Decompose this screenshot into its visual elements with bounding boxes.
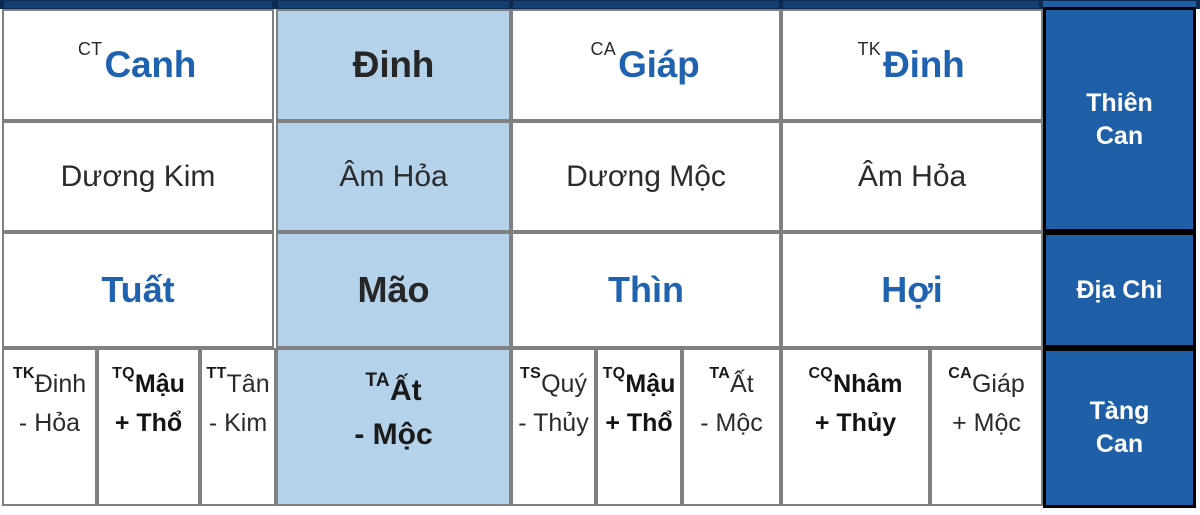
hidden-stem-stem-col3-2: Mậu <box>625 370 676 398</box>
hidden-stem-name-col2-1: TAẤt <box>365 371 422 407</box>
stem-name-col2: Đinh <box>352 44 435 85</box>
hidden-stem-cell-col4-1[interactable]: CQNhâm + Thủy <box>781 348 930 506</box>
hidden-stem-name-col1-2: TQMậu <box>112 365 185 398</box>
stem-sup-col4: TK <box>857 38 882 59</box>
hidden-stem-element-col4-1: + Thủy <box>814 409 897 437</box>
row-label-tang-can-line2: Can <box>1095 430 1144 458</box>
branch-label-col4: Hợi <box>881 269 943 310</box>
element-label-col1: Dương Kim <box>60 159 216 193</box>
row-label-thien-can-line1: Thiên <box>1086 88 1153 117</box>
hidden-stem-sup-col3-3: TA <box>709 364 731 382</box>
branch-label-col3: Thìn <box>608 269 684 310</box>
hidden-stem-sup-col3-2: TQ <box>602 364 626 382</box>
hidden-stem-cell-col3-2[interactable]: TQMậu + Thổ <box>596 348 682 506</box>
stem-name-col4: Đinh <box>883 44 965 85</box>
bazi-pillars-table: CTCanh Đinh CAGiáp TKĐinh Dương Kim Âm H… <box>0 0 1200 515</box>
stem-label-col1: CTCanh <box>78 39 197 86</box>
branch-cell-col2[interactable]: Mão <box>276 232 511 348</box>
hidden-stem-element-col3-2: + Thổ <box>605 409 673 437</box>
row-label-thien-can: Thiên Can <box>1043 7 1196 232</box>
hidden-stem-stem-col3-1: Quý <box>541 370 587 398</box>
hidden-stem-cell-col1-3[interactable]: TTTân - Kim <box>200 348 276 506</box>
hidden-stem-element-col4-2: + Mộc <box>952 409 1021 437</box>
stem-sup-col1: CT <box>77 38 103 59</box>
element-cell-col3[interactable]: Dương Mộc <box>511 121 781 232</box>
hidden-stem-cell-col1-2[interactable]: TQMậu + Thổ <box>97 348 200 506</box>
hidden-stem-cell-col1-1[interactable]: TKĐinh - Hỏa <box>2 348 97 506</box>
hidden-stem-stem-col4-1: Nhâm <box>833 370 903 398</box>
stem-label-col2: Đinh <box>352 44 435 86</box>
hidden-stem-stem-col2-1: Ất <box>389 374 422 407</box>
top-strip-segment-3 <box>513 1 779 8</box>
hidden-stem-sup-col1-2: TQ <box>112 364 135 382</box>
element-label-col3: Dương Mộc <box>566 159 726 193</box>
hidden-stem-sup-col4-1: CQ <box>808 364 834 382</box>
hidden-stem-element-col1-3: - Kim <box>208 409 268 437</box>
hidden-stem-name-col1-3: TTTân <box>206 365 270 398</box>
hidden-stem-stem-col1-2: Mậu <box>134 370 185 398</box>
element-label-col2: Âm Hỏa <box>339 159 448 193</box>
hidden-stem-name-col4-2: CAGiáp <box>948 365 1025 398</box>
hidden-stem-cell-col3-3[interactable]: TAẤt - Mộc <box>682 348 781 506</box>
element-cell-col4[interactable]: Âm Hỏa <box>781 121 1043 232</box>
row-label-dia-chi-text: Địa Chi <box>1076 275 1163 304</box>
stem-cell-col1[interactable]: CTCanh <box>2 9 274 121</box>
row-label-dia-chi: Địa Chi <box>1043 232 1196 348</box>
hidden-stem-cell-col4-2[interactable]: CAGiáp + Mộc <box>930 348 1043 506</box>
branch-cell-col4[interactable]: Hợi <box>781 232 1043 348</box>
hidden-stem-stem-col1-3: Tân <box>226 370 270 398</box>
stem-cell-col2[interactable]: Đinh <box>276 9 511 121</box>
hidden-stem-name-col4-1: CQNhâm <box>808 365 903 398</box>
row-label-thien-can-line2: Can <box>1095 121 1144 150</box>
hidden-stem-sup-col4-2: CA <box>948 364 972 382</box>
stem-name-col1: Canh <box>104 44 197 85</box>
element-cell-col1[interactable]: Dương Kim <box>2 121 274 232</box>
branch-cell-col3[interactable]: Thìn <box>511 232 781 348</box>
top-header-strip <box>0 0 1200 9</box>
branch-label-col1: Tuất <box>101 269 175 310</box>
stem-label-col3: CAGiáp <box>590 39 700 86</box>
stem-cell-col4[interactable]: TKĐinh <box>781 9 1043 121</box>
branch-cell-col1[interactable]: Tuất <box>2 232 274 348</box>
top-strip-segment-1 <box>4 1 272 8</box>
top-strip-segment-2 <box>278 1 509 8</box>
hidden-stem-element-col3-1: - Thủy <box>518 409 589 437</box>
hidden-stem-name-col3-1: TSQuý <box>520 365 587 398</box>
stem-label-col4: TKĐinh <box>857 39 965 86</box>
hidden-stem-stem-col1-1: Đinh <box>34 370 87 398</box>
branch-label-col2: Mão <box>357 269 430 310</box>
hidden-stem-element-col1-1: - Hỏa <box>18 409 81 437</box>
hidden-stem-cell-col3-1[interactable]: TSQuý - Thủy <box>511 348 596 506</box>
element-label-col4: Âm Hỏa <box>857 159 967 193</box>
hidden-stem-name-col3-3: TAẤt <box>709 365 754 398</box>
hidden-stem-element-col1-2: + Thổ <box>114 409 183 437</box>
stem-sup-col3: CA <box>590 38 617 59</box>
hidden-stem-name-col1-1: TKĐinh <box>13 365 87 398</box>
stem-cell-col3[interactable]: CAGiáp <box>511 9 781 121</box>
hidden-stem-stem-col3-3: Ất <box>730 370 754 398</box>
row-label-tang-can: Tàng Can <box>1043 348 1196 508</box>
stem-name-col3: Giáp <box>618 44 700 85</box>
hidden-stem-element-col3-3: - Mộc <box>700 409 763 437</box>
top-strip-segment-4 <box>783 1 1039 8</box>
hidden-stem-sup-col2-1: TA <box>365 369 390 391</box>
hidden-stem-stem-col4-2: Giáp <box>971 370 1025 398</box>
hidden-stem-element-col2-1: - Mộc <box>354 418 433 451</box>
hidden-stem-sup-col1-3: TT <box>206 364 227 382</box>
hidden-stem-sup-col3-1: TS <box>520 364 542 382</box>
hidden-stem-cell-col2-1[interactable]: TAẤt - Mộc <box>276 348 511 506</box>
element-cell-col2[interactable]: Âm Hỏa <box>276 121 511 232</box>
row-label-tang-can-line1: Tàng <box>1089 397 1150 425</box>
hidden-stem-sup-col1-1: TK <box>12 364 35 382</box>
hidden-stem-name-col3-2: TQMậu <box>603 365 676 398</box>
